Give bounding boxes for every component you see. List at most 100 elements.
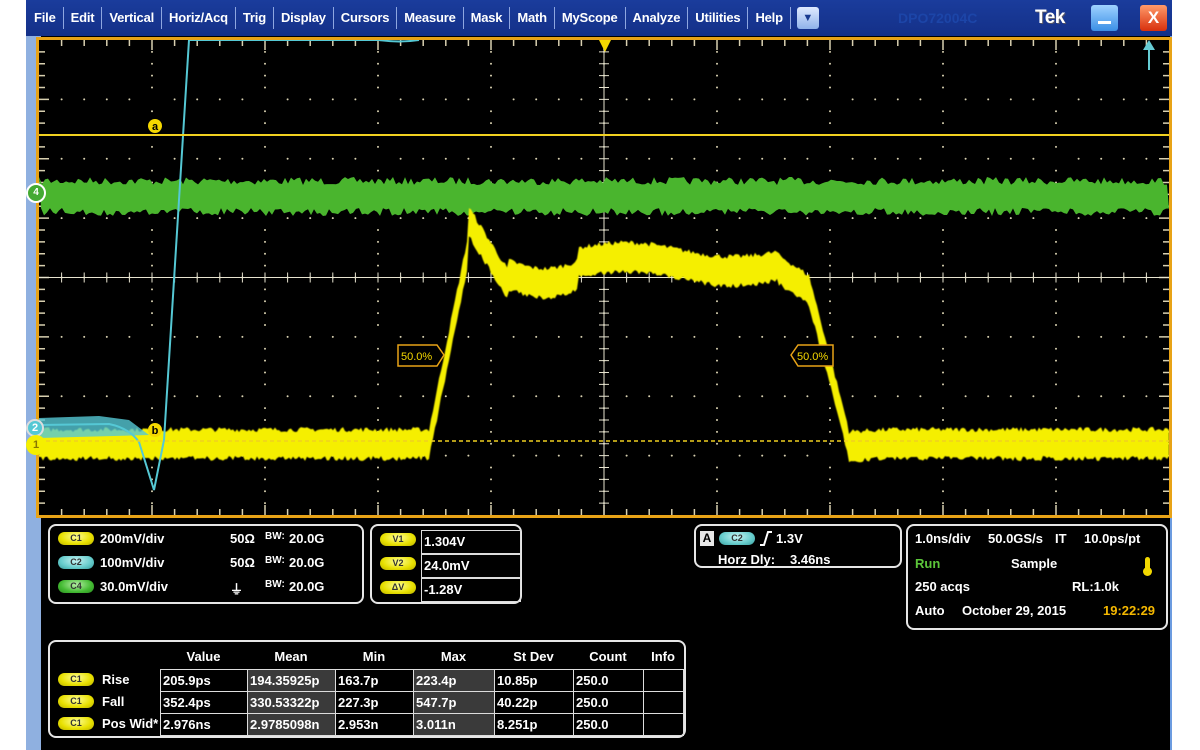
ch1-marker[interactable]: 1: [26, 435, 46, 455]
grid-dot: [377, 86, 379, 89]
grid-dot: [512, 98, 515, 101]
channel-pill-c2[interactable]: C2: [58, 556, 94, 569]
grid-dot: [1055, 240, 1057, 243]
channel-bw-label: BW:: [265, 531, 285, 542]
thermometer-icon-bulb: [1143, 567, 1152, 576]
grid-dot: [716, 371, 718, 374]
grid-dot: [331, 335, 334, 338]
grid-dot: [173, 335, 176, 338]
channel-bandwidth: 20.0G: [289, 579, 325, 594]
grid-dot: [490, 407, 492, 410]
menu-trig[interactable]: Trig: [236, 7, 274, 29]
menu-myscope[interactable]: MyScope: [555, 7, 626, 29]
grid-dot: [874, 395, 877, 398]
grid-dot: [829, 240, 831, 243]
grid-dot: [896, 217, 899, 220]
menu-help[interactable]: Help: [748, 7, 791, 29]
chevron-down-icon[interactable]: ▼: [796, 7, 819, 29]
grid-dot: [151, 347, 153, 350]
ch4-marker-label: 4: [33, 187, 39, 198]
trigger-source-pill[interactable]: C2: [719, 532, 755, 545]
grid-dot: [83, 98, 86, 101]
menu-horiz-acq[interactable]: Horiz/Acq: [162, 7, 236, 29]
minimize-button[interactable]: [1091, 5, 1118, 31]
interpolation-mode: IT: [1055, 531, 1067, 546]
meas-source-pill[interactable]: C1: [58, 717, 94, 730]
grid-dot: [105, 217, 108, 220]
grid-dot: [648, 157, 651, 160]
grid-dot: [467, 395, 470, 398]
cursor-b-marker[interactable]: b: [148, 423, 162, 437]
waveform-canvas[interactable]: a b 50.0% 50.0%: [39, 40, 1169, 515]
grid-dot: [264, 145, 266, 148]
grid-dot: [377, 300, 379, 303]
grid-dot: [444, 98, 447, 101]
grid-dot: [444, 157, 447, 160]
grid-dot: [1122, 217, 1125, 220]
channel-pill-c1[interactable]: C1: [58, 532, 94, 545]
channel-scale[interactable]: 30.0mV/div: [100, 579, 168, 594]
grid-dot: [151, 252, 153, 255]
grid-dot: [128, 217, 131, 220]
grid-dot: [286, 157, 289, 160]
grid-dot: [264, 419, 266, 421]
meas-value: 250.0: [576, 695, 609, 710]
grid-dot: [151, 324, 153, 326]
grid-dot: [241, 395, 244, 398]
run-state[interactable]: Run: [915, 556, 940, 571]
grid-dot: [716, 145, 718, 148]
menu-file[interactable]: File: [26, 7, 64, 29]
grid-dot: [1055, 50, 1057, 53]
grid-dot: [151, 312, 153, 315]
grid-dot: [241, 98, 244, 101]
grid-dot: [1145, 217, 1148, 220]
menu-measure[interactable]: Measure: [397, 7, 464, 29]
grid-dot: [942, 312, 944, 315]
cursor-a-marker[interactable]: a: [148, 119, 162, 133]
grid-dot: [377, 288, 379, 291]
meas-value: 163.7p: [338, 673, 379, 688]
trigger-position-icon[interactable]: [599, 40, 611, 52]
meas-value: 227.3p: [338, 695, 379, 710]
timebase[interactable]: 1.0ns/div: [915, 531, 971, 546]
grid-dot: [151, 371, 153, 374]
channel-pill-c4[interactable]: C4: [58, 580, 94, 593]
grid-dot: [490, 442, 492, 445]
meas-source-pill[interactable]: C1: [58, 673, 94, 686]
grid-dot: [942, 50, 944, 53]
grid-dot: [105, 395, 108, 398]
close-button[interactable]: X: [1140, 5, 1167, 31]
menu-display[interactable]: Display: [274, 7, 334, 29]
grid-dot: [377, 466, 379, 469]
grid-dot: [1055, 359, 1057, 362]
grid-dot: [829, 502, 831, 505]
channel-scale[interactable]: 200mV/div: [100, 531, 164, 546]
grid-dot: [783, 454, 786, 457]
grid-dot: [264, 229, 266, 231]
grid-dot: [806, 395, 809, 398]
menu-cursors[interactable]: Cursors: [334, 7, 398, 29]
trigger-level-arrow-icon[interactable]: [1143, 40, 1155, 70]
menu-edit[interactable]: Edit: [64, 7, 103, 29]
grid-dot: [1077, 335, 1080, 338]
grid-dot: [264, 312, 266, 315]
menu-mask[interactable]: Mask: [464, 7, 511, 29]
grid-dot: [151, 62, 153, 65]
grid-dot: [512, 454, 515, 457]
menu-math[interactable]: Math: [510, 7, 555, 29]
grid-dot: [693, 454, 696, 457]
ch4-marker[interactable]: 4: [26, 183, 46, 203]
grid-dot: [444, 454, 447, 457]
menu-vertical[interactable]: Vertical: [102, 7, 163, 29]
menu-analyze[interactable]: Analyze: [626, 7, 689, 29]
grid-dot: [829, 74, 831, 77]
grid-dot: [625, 217, 628, 220]
grid-dot: [829, 110, 831, 113]
channel-scale[interactable]: 100mV/div: [100, 555, 164, 570]
menu-utilities[interactable]: Utilities: [688, 7, 749, 29]
grid-dot: [716, 74, 718, 77]
grid-dot: [1055, 490, 1057, 493]
meas-source-pill[interactable]: C1: [58, 695, 94, 708]
grid-dot: [1055, 110, 1057, 113]
grid-dot: [761, 335, 764, 338]
